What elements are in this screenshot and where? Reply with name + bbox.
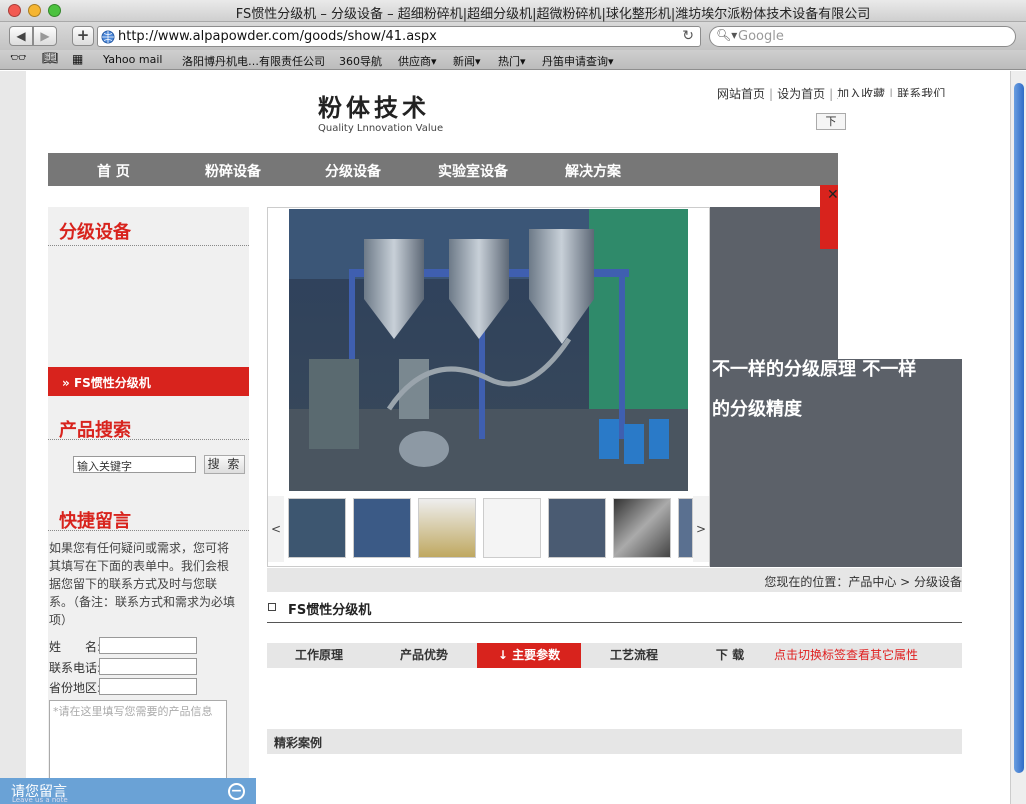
search-icon: 🔍︎▾ (716, 28, 738, 42)
add-bookmark-button[interactable]: + (72, 26, 94, 46)
sidebar: 分级设备 » FS惯性分级机 产品搜索 输入关键字 搜 索 快捷留言 如果您有任… (48, 207, 249, 804)
bookmark-item[interactable]: 新闻▾ (453, 53, 481, 69)
sidebar-item-fs-classifier[interactable]: » FS惯性分级机 (48, 367, 249, 396)
prev-arrow[interactable]: < (268, 496, 284, 562)
zoom-window-icon[interactable] (48, 4, 61, 17)
product-photo[interactable] (289, 209, 688, 491)
globe-icon (101, 30, 115, 44)
breadcrumb-bar: 您现在的位置：产品中心 > 分级设备 (267, 568, 962, 592)
back-button[interactable]: ◀ (9, 26, 33, 46)
window-titlebar: FS惯性分级机 – 分级设备 – 超细粉碎机|超细分级机|超微粉碎机|球化整形机… (0, 0, 1026, 22)
close-icon[interactable]: ✕ (827, 187, 839, 203)
thumbnail[interactable] (548, 498, 606, 558)
close-window-icon[interactable] (8, 4, 21, 17)
address-bar[interactable]: http://www.alpapowder.com/goods/show/41.… (97, 26, 701, 47)
name-label: 姓 名: (49, 640, 102, 654)
thumbnail[interactable] (678, 498, 693, 558)
nav-item-classifying[interactable]: 分级设备 (325, 161, 381, 181)
vertical-scrollbar[interactable] (1010, 71, 1026, 804)
bookmarks-bar: 👓︎ 📖︎ ▦ Yahoo mail 洛阳博丹机电…有限责任公司 360导航 供… (0, 50, 1026, 70)
message-description: 如果您有任何疑问或需求，您可将其填写在下面的表单中。我们会根据您留下的联系方式及… (49, 541, 236, 627)
bookmarks-book-icon[interactable]: 📖︎ (42, 51, 59, 66)
divider (267, 622, 962, 623)
divider (48, 245, 249, 246)
tab-hint: 点击切换标签查看其它属性 (774, 648, 919, 662)
nav-item-solutions[interactable]: 解决方案 (565, 161, 621, 181)
bookmark-item[interactable]: 丹笛申请查询▾ (542, 53, 614, 69)
cases-bar: 精彩案例 (267, 729, 962, 754)
leave-message-subtitle: Leave us a note (12, 796, 68, 804)
window-title: FS惯性分级机 – 分级设备 – 超细粉碎机|超细分级机|超微粉碎机|球化整形机… (235, 7, 871, 22)
category-heading: 分级设备 (59, 222, 131, 243)
phone-label: 联系电话: (49, 661, 102, 675)
message-textarea[interactable]: *请在这里填写您需要的产品信息 (49, 700, 227, 790)
breadcrumb: 您现在的位置：产品中心 > 分级设备 (764, 575, 962, 589)
bookmark-item[interactable]: 360导航 (339, 53, 382, 69)
minimize-window-icon[interactable] (28, 4, 41, 17)
nav-item-crushing[interactable]: 粉碎设备 (205, 161, 261, 181)
scrollbar-thumb[interactable] (1014, 83, 1024, 773)
search-button[interactable]: 搜 索 (204, 455, 245, 474)
tab-download[interactable]: 下 载 (687, 643, 773, 668)
tab-working-principle[interactable]: 工作原理 (267, 643, 371, 668)
set-homepage-link[interactable]: 设为首页 (777, 87, 825, 101)
popup-button[interactable]: 下 (816, 113, 846, 130)
top-sites-grid-icon[interactable]: ▦ (72, 52, 83, 66)
slogan-text: 不一样的分级原理 不一样的分级精度 (712, 359, 917, 420)
bullet-icon (268, 603, 276, 611)
thumbnail[interactable] (483, 498, 541, 558)
region-field[interactable] (99, 678, 197, 695)
reading-list-icon[interactable]: 👓︎ (10, 51, 27, 66)
bookmark-item[interactable]: 洛阳博丹机电…有限责任公司 (182, 53, 325, 69)
home-link[interactable]: 网站首页 (717, 87, 765, 101)
phone-field[interactable] (99, 658, 197, 675)
thumbnail-strip: < > (268, 496, 709, 566)
main-nav: 首 页 粉碎设备 分级设备 实验室设备 解决方案 (48, 153, 962, 186)
floating-popup: 下 ✕ (816, 97, 998, 359)
site-logo-subtitle: Quality Lnnovation Value (318, 123, 444, 134)
product-gallery: < > (267, 207, 710, 567)
sidebar-item-label: FS惯性分级机 (73, 376, 151, 390)
browser-search-field[interactable]: 🔍︎▾ Google (709, 26, 1016, 47)
nav-item-lab[interactable]: 实验室设备 (438, 161, 508, 181)
thumbnail[interactable] (353, 498, 411, 558)
bookmark-item[interactable]: Yahoo mail (103, 53, 162, 66)
leave-message-bar[interactable]: 请您留言 Leave us a note − (0, 778, 256, 804)
product-tabs: 工作原理 产品优势 ↓ 主要参数 工艺流程 下 载 点击切换标签查看其它属性 (267, 643, 962, 668)
nav-item-home[interactable]: 首 页 (97, 161, 130, 181)
tab-main-parameters[interactable]: ↓ 主要参数 (477, 643, 581, 668)
divider (48, 439, 249, 440)
divider (48, 530, 249, 531)
cases-title: 精彩案例 (274, 736, 323, 750)
url-text: http://www.alpapowder.com/goods/show/41.… (118, 29, 437, 44)
site-logo-title[interactable]: 粉体技术 (318, 88, 430, 123)
reload-icon[interactable]: ↻ (682, 28, 694, 44)
forward-button[interactable]: ▶ (33, 26, 57, 46)
thumbnail[interactable] (288, 498, 346, 558)
minimize-icon[interactable]: − (228, 783, 245, 800)
product-title: FS惯性分级机 (288, 603, 372, 618)
tab-process-flow[interactable]: 工艺流程 (581, 643, 687, 668)
next-arrow[interactable]: > (693, 496, 709, 562)
double-chevron-icon: » (62, 376, 70, 390)
search-placeholder: Google (738, 29, 784, 44)
bookmark-item[interactable]: 热门▾ (498, 53, 526, 69)
tab-advantages[interactable]: 产品优势 (371, 643, 477, 668)
bookmark-item[interactable]: 供应商▾ (398, 53, 437, 69)
thumbnail[interactable] (418, 498, 476, 558)
region-label: 省份地区: (49, 681, 102, 695)
product-search-input[interactable]: 输入关键字 (73, 456, 196, 473)
browser-toolbar: ◀ ▶ + http://www.alpapowder.com/goods/sh… (0, 22, 1026, 50)
thumbnail[interactable] (613, 498, 671, 558)
name-field[interactable] (99, 637, 197, 654)
